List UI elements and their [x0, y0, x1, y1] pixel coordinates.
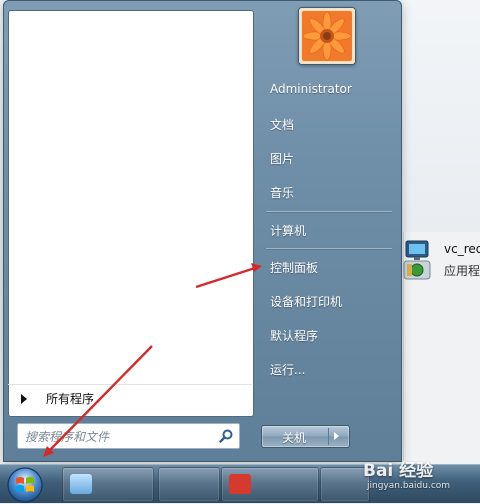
- taskbar-button-2[interactable]: [158, 467, 220, 502]
- right-link-label: 音乐: [270, 186, 295, 200]
- desktop-item-title: vc_red: [444, 242, 480, 256]
- menu-separator: [266, 248, 392, 249]
- user-avatar[interactable]: [298, 7, 356, 65]
- menu-separator: [266, 211, 392, 212]
- all-programs-button[interactable]: 所有程序: [8, 384, 252, 411]
- all-programs-label: 所有程序: [46, 392, 95, 406]
- search-icon[interactable]: [218, 428, 234, 444]
- shutdown-divider: [328, 428, 329, 445]
- shutdown-label: 关机: [281, 431, 306, 445]
- right-link-label: 默认程序: [270, 329, 319, 343]
- right-link-label: 设备和打印机: [270, 295, 343, 309]
- desktop-item-subtitle: 应用程: [444, 264, 480, 278]
- flower-avatar-icon: [299, 8, 355, 64]
- user-name-label: Administrator: [270, 82, 352, 96]
- watermark-main: Bai 经验: [363, 461, 434, 481]
- right-link-control-panel[interactable]: 控制面板: [264, 253, 394, 281]
- programs-pane: [8, 10, 254, 417]
- watermark-url: jingyan.baidu.com: [367, 481, 451, 491]
- right-link-label: 控制面板: [270, 261, 319, 275]
- right-link-documents[interactable]: 文档: [264, 110, 394, 138]
- right-link-devices-printers[interactable]: 设备和打印机: [264, 287, 394, 315]
- taskbar-button-1[interactable]: [62, 467, 154, 502]
- search-placeholder: 搜索程序和文件: [25, 430, 110, 444]
- red-app-icon: [229, 474, 251, 494]
- right-link-run[interactable]: 运行...: [264, 355, 394, 383]
- right-link-music[interactable]: 音乐: [264, 178, 394, 206]
- right-link-label: 图片: [270, 152, 295, 166]
- user-name-link[interactable]: Administrator: [264, 76, 394, 104]
- triangle-right-icon: [21, 394, 27, 404]
- right-link-label: 计算机: [270, 224, 307, 238]
- windows-start-icon[interactable]: [6, 466, 44, 504]
- baidu-watermark: Bai 经验 jingyan.baidu.com: [363, 456, 480, 502]
- installer-app-icon[interactable]: [402, 239, 432, 283]
- taskbar-button-3[interactable]: [221, 467, 319, 502]
- right-link-default-programs[interactable]: 默认程序: [264, 321, 394, 349]
- right-link-computer[interactable]: 计算机: [264, 216, 394, 244]
- cloud-app-icon: [70, 474, 92, 494]
- shutdown-button[interactable]: 关机: [261, 425, 350, 448]
- shutdown-options-arrow-icon[interactable]: [334, 432, 339, 440]
- search-input[interactable]: 搜索程序和文件: [17, 423, 240, 449]
- right-link-pictures[interactable]: 图片: [264, 144, 394, 172]
- right-link-label: 文档: [270, 118, 295, 132]
- right-link-label: 运行...: [270, 363, 306, 377]
